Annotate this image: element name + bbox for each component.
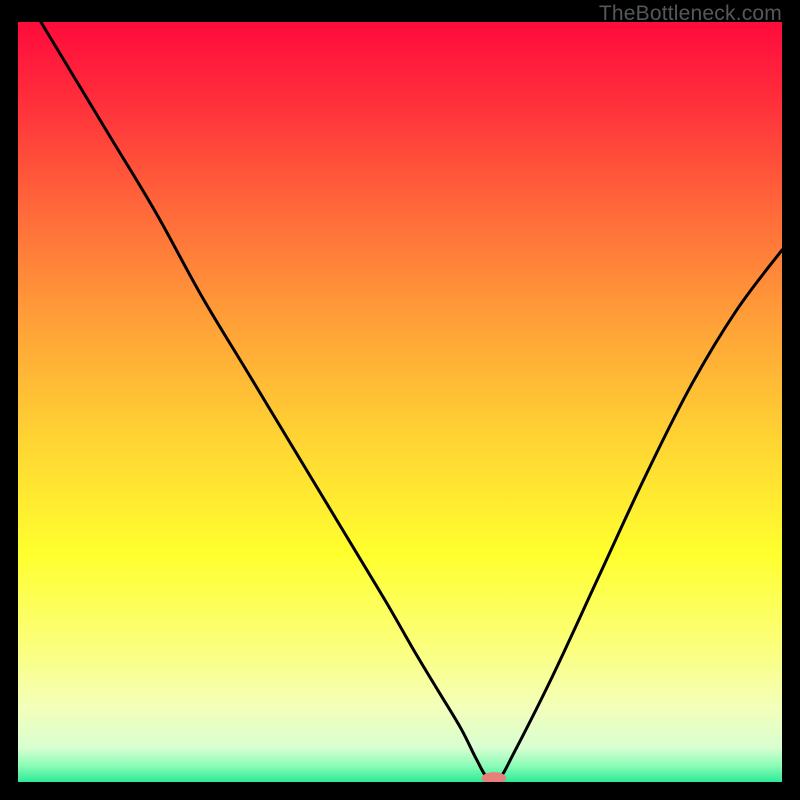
chart-frame: TheBottleneck.com [0,0,800,800]
bottleneck-chart [18,22,782,782]
plot-area [18,22,782,782]
gradient-background [18,22,782,782]
